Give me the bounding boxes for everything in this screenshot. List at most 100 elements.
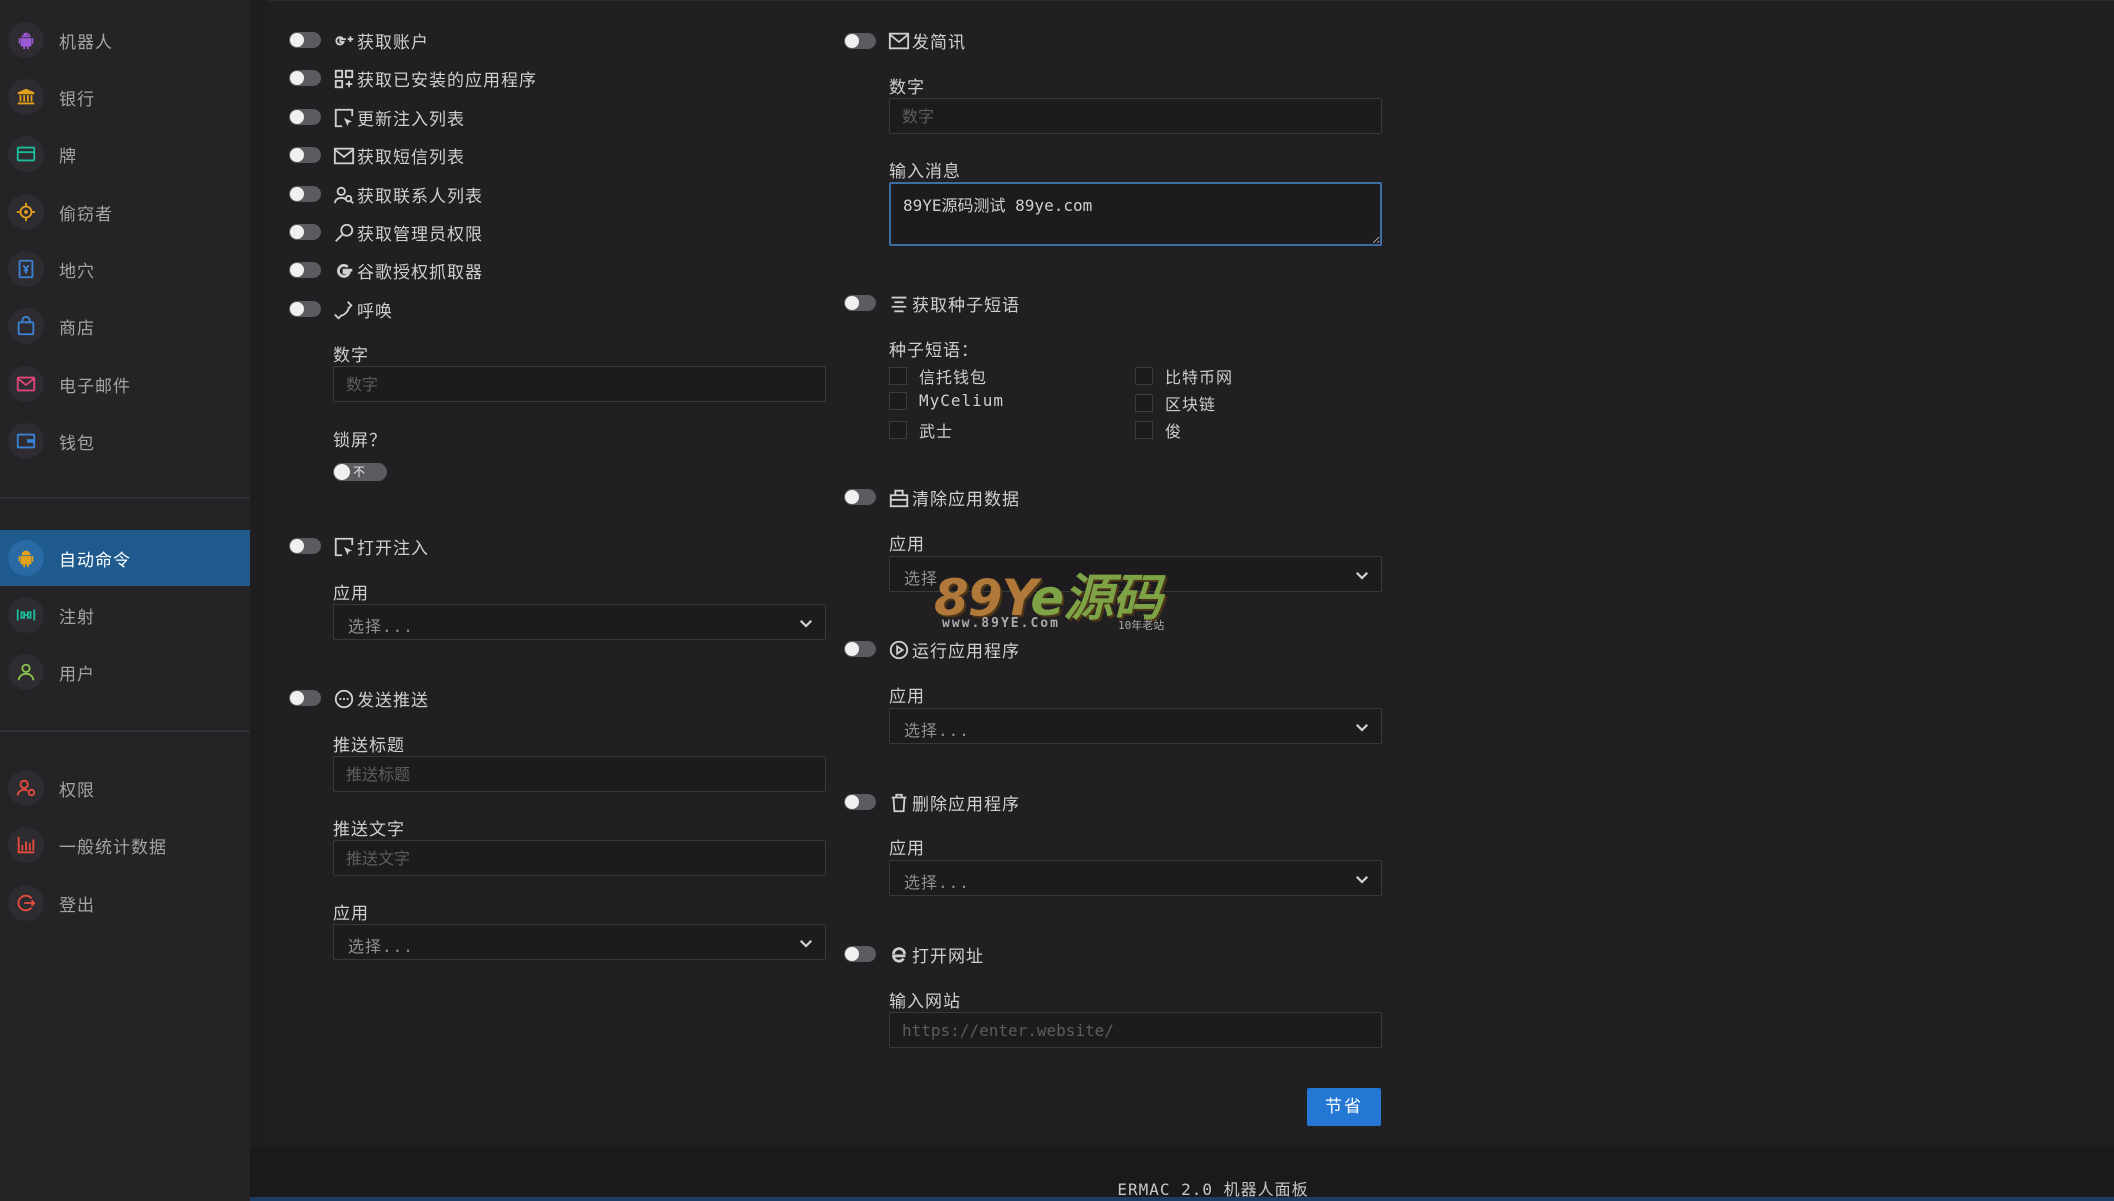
delete-app-select[interactable]: 选择... xyxy=(889,860,1382,896)
option-send-push: 发送推送 xyxy=(333,686,429,711)
push-title-label: 推送标题 xyxy=(333,736,405,756)
cursor-box-icon xyxy=(334,108,354,127)
toggle-open-url[interactable] xyxy=(844,946,876,962)
sidebar-item-auto-commands[interactable]: 自动命令 xyxy=(0,530,250,586)
chat-bubble-icon xyxy=(334,689,354,708)
top-divider xyxy=(268,0,2114,1)
sms-message-label: 输入消息 xyxy=(889,162,961,182)
seed-option-mycelium[interactable]: MyCelium xyxy=(889,391,1004,410)
sidebar-item-permissions[interactable]: 权限 xyxy=(0,760,250,816)
sidebar-item-label: 商店 xyxy=(59,318,95,339)
sms-number-input[interactable] xyxy=(889,98,1382,134)
delete-app-label: 应用 xyxy=(889,839,925,859)
toggle-get-installed-apps[interactable] xyxy=(289,70,321,86)
sidebar-item-logout[interactable]: 登出 xyxy=(0,875,250,931)
align-center-icon xyxy=(891,296,907,312)
bank-icon xyxy=(8,79,44,115)
run-app-select[interactable]: 选择... xyxy=(889,708,1382,744)
toggle-get-accounts[interactable] xyxy=(289,32,321,48)
toggle-get-seed-phrases[interactable] xyxy=(844,295,876,311)
sms-message-textarea[interactable]: 89YE源码测试 89ye.com xyxy=(889,182,1382,246)
checkbox[interactable] xyxy=(889,421,907,439)
run-app-label: 应用 xyxy=(889,687,925,707)
toggle-get-sms-list[interactable] xyxy=(289,147,321,163)
android-icon xyxy=(8,540,44,576)
sidebar-item-injects[interactable]: 注射 xyxy=(0,587,250,643)
checkbox[interactable] xyxy=(1135,367,1153,385)
checkbox[interactable] xyxy=(889,391,907,410)
sidebar-item-label: 偷窃者 xyxy=(59,204,113,225)
sidebar-item-stealers[interactable]: 偷窃者 xyxy=(0,184,250,240)
chevron-down-icon xyxy=(1355,571,1369,580)
sidebar-item-users[interactable]: 用户 xyxy=(0,644,250,700)
seed-option-blockchain[interactable]: 区块链 xyxy=(1135,391,1216,415)
sidebar-item-bots[interactable]: 机器人 xyxy=(0,12,250,68)
toggle-send-push[interactable] xyxy=(289,690,321,706)
checkbox[interactable] xyxy=(889,367,907,385)
toggle-run-app[interactable] xyxy=(844,641,876,657)
option-clear-app-data: 清除应用数据 xyxy=(888,485,1020,510)
toggle-delete-app[interactable] xyxy=(844,794,876,810)
sidebar-item-label: 一般统计数据 xyxy=(59,837,167,858)
toggle-google-auth-grabber[interactable] xyxy=(289,262,321,278)
save-button[interactable]: 节省 xyxy=(1307,1088,1381,1126)
apps-icon xyxy=(334,69,354,88)
user-icon xyxy=(8,654,44,690)
envelope-icon xyxy=(888,32,910,49)
watermark-url: www.89YE.Com xyxy=(942,616,1060,631)
call-number-label: 数字 xyxy=(333,346,369,366)
sidebar-item-stats[interactable]: 一般统计数据 xyxy=(0,817,250,873)
seed-option-bitcoin-com[interactable]: 比特币网 xyxy=(1135,364,1233,388)
eraser-icon xyxy=(889,489,909,507)
toggle-open-inject[interactable] xyxy=(289,538,321,554)
lock-screen-toggle[interactable]: 不 xyxy=(333,463,387,481)
wallet-icon xyxy=(8,423,44,459)
syringe-icon xyxy=(8,597,44,633)
option-open-url: 打开网址 xyxy=(888,942,984,967)
sidebar-item-cards[interactable]: 牌 xyxy=(0,126,250,182)
sidebar-item-label: 登出 xyxy=(59,895,95,916)
toggle-call[interactable] xyxy=(289,301,321,317)
option-get-installed-apps: 获取已安装的应用程序 xyxy=(333,66,537,91)
users-cog-icon xyxy=(8,770,44,806)
toggle-send-sms[interactable] xyxy=(844,33,876,49)
sidebar-item-label: 地穴 xyxy=(59,261,95,282)
bag-icon xyxy=(8,308,44,344)
chevron-down-icon xyxy=(799,939,813,948)
phone-icon xyxy=(334,300,353,320)
google-icon xyxy=(337,263,353,278)
push-text-input[interactable] xyxy=(333,840,826,876)
checkbox[interactable] xyxy=(1135,394,1153,412)
sidebar-item-vault[interactable]: 地穴 xyxy=(0,241,250,297)
option-call: 呼唤 xyxy=(333,297,393,322)
trash-icon xyxy=(891,793,907,812)
sidebar-item-label: 机器人 xyxy=(59,32,113,53)
option-get-accounts: 获取账户 xyxy=(333,28,429,53)
push-title-input[interactable] xyxy=(333,756,826,792)
sidebar: 机器人 银行 牌 偷窃者 地穴 商店 电子邮件 钱包 自动命令 注射 用户 权限… xyxy=(0,0,250,1201)
toggle-get-admin-rights[interactable] xyxy=(289,224,321,240)
open-url-input[interactable] xyxy=(889,1012,1382,1048)
push-app-select[interactable]: 选择... xyxy=(333,924,826,960)
seed-option-samourai[interactable]: 武士 xyxy=(889,418,953,442)
play-circle-icon xyxy=(889,640,909,659)
sidebar-item-label: 牌 xyxy=(59,146,77,167)
google-plus-icon xyxy=(335,35,354,45)
toggle-get-contacts-list[interactable] xyxy=(289,186,321,202)
sidebar-item-label: 自动命令 xyxy=(59,550,131,571)
sidebar-item-email[interactable]: 电子邮件 xyxy=(0,356,250,412)
seed-option-jun[interactable]: 俊 xyxy=(1135,418,1182,442)
seed-option-trust-wallet[interactable]: 信托钱包 xyxy=(889,364,987,388)
checkbox[interactable] xyxy=(1135,421,1153,439)
sidebar-item-banks[interactable]: 银行 xyxy=(0,69,250,125)
open-inject-app-select[interactable]: 选择... xyxy=(333,604,826,640)
toggle-clear-app-data[interactable] xyxy=(844,489,876,505)
bar-chart-icon xyxy=(8,827,44,863)
sidebar-item-wallet[interactable]: 钱包 xyxy=(0,413,250,469)
toggle-update-inject-list[interactable] xyxy=(289,109,321,125)
option-run-app: 运行应用程序 xyxy=(888,637,1020,662)
watermark-tag: 10年老站 xyxy=(1118,619,1165,632)
sidebar-item-shop[interactable]: 商店 xyxy=(0,298,250,354)
option-send-sms: 发简讯 xyxy=(888,28,966,53)
call-number-input[interactable] xyxy=(333,366,826,402)
